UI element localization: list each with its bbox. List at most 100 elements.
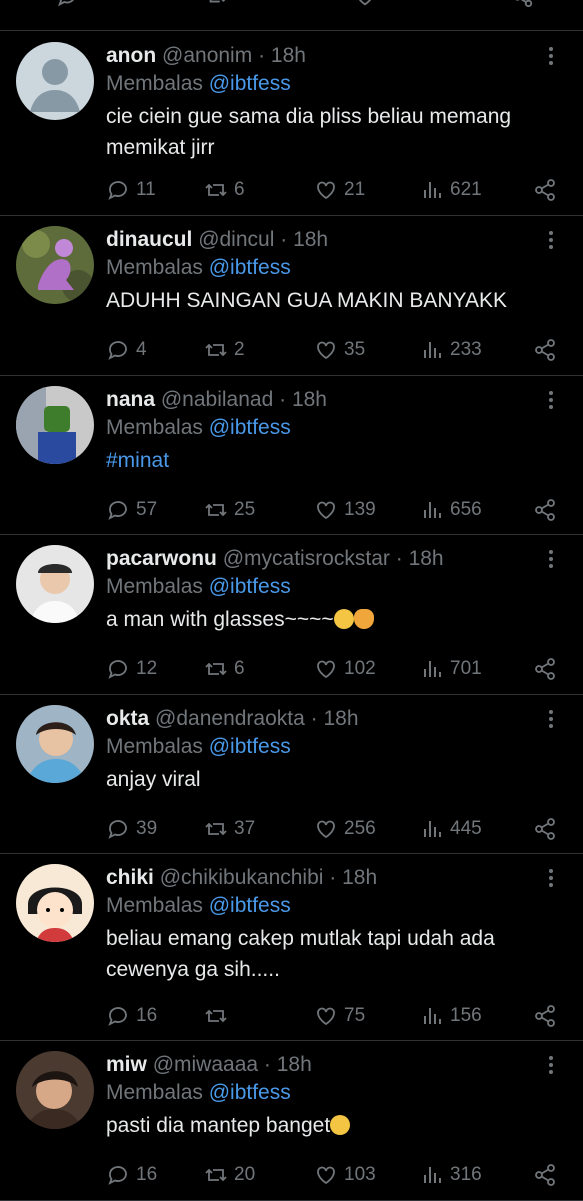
timestamp[interactable]: 18h	[342, 866, 377, 889]
replying-to-mention[interactable]: @ibtfess	[209, 894, 291, 917]
display-name[interactable]: miw	[106, 1053, 147, 1076]
share-button[interactable]	[533, 1004, 563, 1028]
tweet[interactable]: dinaucul @dincul · 18h Membalas @ibtfess…	[0, 216, 583, 376]
reply-button[interactable]: 12	[106, 657, 157, 681]
retweet-count: 6	[234, 179, 245, 200]
display-name[interactable]: anon	[106, 44, 156, 67]
tweet-text: a man with glasses~~~~	[106, 604, 563, 635]
retweet-button[interactable]	[204, 1004, 234, 1028]
tweet[interactable]: miw @miwaaaa · 18h Membalas @ibtfess pas…	[0, 1041, 583, 1201]
retweet-button[interactable]: 20	[204, 1163, 255, 1187]
reply-button[interactable]: 16	[106, 1163, 157, 1187]
replying-to-label: Membalas	[106, 575, 203, 598]
tweet[interactable]: chiki @chikibukanchibi · 18h Membalas @i…	[0, 854, 583, 1041]
like-button[interactable]: 256	[314, 817, 376, 841]
like-icon[interactable]	[354, 0, 376, 8]
user-handle[interactable]: @dincul	[198, 228, 274, 251]
replying-to-mention[interactable]: @ibtfess	[209, 1081, 291, 1104]
retweet-button[interactable]: 6	[204, 657, 245, 681]
display-name[interactable]: dinaucul	[106, 228, 192, 251]
reply-icon	[108, 501, 127, 520]
avatar-person-portrait-photo[interactable]	[16, 1051, 94, 1129]
reply-count: 11	[136, 179, 156, 200]
tweet[interactable]: pacarwonu @mycatisrockstar · 18h Membala…	[0, 535, 583, 695]
reply-icon	[108, 1166, 127, 1185]
replying-to-mention[interactable]: @ibtfess	[209, 416, 291, 439]
user-handle[interactable]: @chikibukanchibi	[160, 866, 324, 889]
timestamp[interactable]: 18h	[271, 44, 306, 67]
timestamp[interactable]: 18h	[292, 388, 327, 411]
share-button[interactable]	[533, 817, 563, 841]
like-button[interactable]: 102	[314, 657, 376, 681]
reply-button[interactable]: 57	[106, 498, 157, 522]
user-handle[interactable]: @nabilanad	[161, 388, 273, 411]
like-button[interactable]: 103	[314, 1163, 376, 1187]
views-button[interactable]: 621	[420, 178, 482, 202]
share-button[interactable]	[533, 498, 563, 522]
replying-to-mention[interactable]: @ibtfess	[209, 256, 291, 279]
retweet-button[interactable]: 25	[204, 498, 255, 522]
retweet-count: 25	[234, 499, 256, 520]
share-icon[interactable]	[512, 0, 534, 8]
avatar-person-selfie-photo[interactable]	[16, 705, 94, 783]
display-name[interactable]: nana	[106, 388, 155, 411]
tweet-header: pacarwonu @mycatisrockstar · 18h	[106, 545, 563, 573]
share-button[interactable]	[533, 338, 563, 362]
views-button[interactable]: 233	[420, 338, 482, 362]
display-name[interactable]: pacarwonu	[106, 547, 217, 570]
separator-dot: ·	[329, 866, 337, 889]
avatar-person-with-cap-photo[interactable]	[16, 545, 94, 623]
retweet-button[interactable]: 6	[204, 178, 245, 202]
retweet-button[interactable]: 37	[204, 817, 255, 841]
share-button[interactable]	[533, 657, 563, 681]
avatar-lego-figure-photo[interactable]	[16, 386, 94, 464]
like-button[interactable]: 21	[314, 178, 365, 202]
tweet-header: miw @miwaaaa · 18h	[106, 1051, 563, 1079]
reply-button[interactable]: 4	[106, 338, 147, 362]
views-button[interactable]: 316	[420, 1163, 482, 1187]
separator-dot: ·	[310, 707, 318, 730]
views-button[interactable]: 156	[420, 1004, 482, 1028]
timestamp[interactable]: 18h	[293, 228, 328, 251]
replying-to-mention[interactable]: @ibtfess	[209, 735, 291, 758]
user-handle[interactable]: @danendraokta	[155, 707, 305, 730]
views-icon	[424, 502, 441, 518]
timestamp[interactable]: 18h	[409, 547, 444, 570]
like-button[interactable]: 75	[314, 1004, 365, 1028]
views-button[interactable]: 701	[420, 657, 482, 681]
retweet-icon[interactable]	[206, 0, 228, 8]
tweet-header: chiki @chikibukanchibi · 18h	[106, 864, 563, 892]
user-handle[interactable]: @miwaaaa	[153, 1053, 258, 1076]
reply-icon[interactable]	[56, 0, 78, 8]
replying-to-mention[interactable]: @ibtfess	[209, 575, 291, 598]
avatar-purple-dinosaur-photo[interactable]	[16, 226, 94, 304]
tweet[interactable]: anon @anonim · 18h Membalas @ibtfess cie…	[0, 32, 583, 216]
view-count: 316	[450, 1164, 482, 1185]
user-handle[interactable]: @mycatisrockstar	[223, 547, 390, 570]
user-handle[interactable]: @anonim	[162, 44, 252, 67]
reply-button[interactable]: 11	[106, 178, 156, 202]
share-icon	[535, 179, 555, 201]
tweet[interactable]: okta @danendraokta · 18h Membalas @ibtfe…	[0, 695, 583, 854]
like-count: 35	[344, 339, 366, 360]
like-button[interactable]: 35	[314, 338, 365, 362]
display-name[interactable]: okta	[106, 707, 149, 730]
display-name[interactable]: chiki	[106, 866, 154, 889]
reply-icon	[108, 1007, 127, 1026]
share-button[interactable]	[533, 1163, 563, 1187]
share-button[interactable]	[533, 178, 563, 202]
avatar-default-avatar-icon[interactable]	[16, 42, 94, 120]
reply-count: 39	[136, 818, 158, 839]
replying-to-mention[interactable]: @ibtfess	[209, 72, 291, 95]
views-button[interactable]: 445	[420, 817, 482, 841]
reply-button[interactable]: 16	[106, 1004, 157, 1028]
retweet-button[interactable]: 2	[204, 338, 245, 362]
timestamp[interactable]: 18h	[277, 1053, 312, 1076]
like-icon	[317, 1007, 335, 1026]
timestamp[interactable]: 18h	[323, 707, 358, 730]
views-button[interactable]: 656	[420, 498, 482, 522]
avatar-cartoon-girl-photo[interactable]	[16, 864, 94, 942]
reply-button[interactable]: 39	[106, 817, 157, 841]
like-button[interactable]: 139	[314, 498, 376, 522]
tweet[interactable]: nana @nabilanad · 18h Membalas @ibtfess …	[0, 376, 583, 535]
